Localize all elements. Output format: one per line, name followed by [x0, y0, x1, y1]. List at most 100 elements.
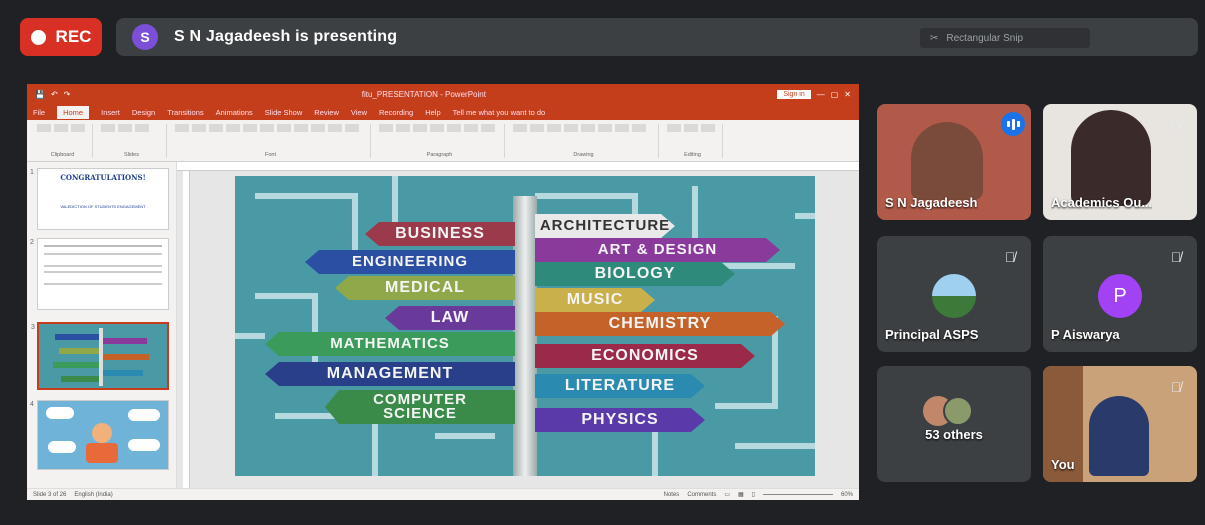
ribbon-command[interactable]: [396, 124, 410, 132]
ribbon-command[interactable]: [547, 124, 561, 132]
participant-name: You: [1051, 457, 1075, 472]
ribbon-tab-animations[interactable]: Animations: [216, 108, 253, 117]
ribbon-command[interactable]: [598, 124, 612, 132]
slide-thumbnail-4[interactable]: 4: [30, 400, 169, 470]
participant-name: Principal ASPS: [885, 327, 979, 342]
maximize-icon[interactable]: ▢: [831, 90, 839, 99]
record-dot-icon: [30, 29, 46, 45]
redo-icon[interactable]: ↷: [64, 90, 71, 99]
ribbon-tab-help[interactable]: Help: [425, 108, 440, 117]
ribbon-command[interactable]: [667, 124, 681, 132]
ribbon-command[interactable]: [118, 124, 132, 132]
ribbon-command[interactable]: [135, 124, 149, 132]
others-avatar-2: [943, 396, 973, 426]
ribbon-group-label: Drawing: [573, 152, 594, 158]
ribbon-command[interactable]: [447, 124, 461, 132]
ribbon-group-label: Clipboard: [50, 152, 75, 158]
slide-thumbnail-2[interactable]: 2: [30, 238, 169, 310]
ribbon-command[interactable]: [513, 124, 527, 132]
ribbon-group-clipboard: Clipboard: [33, 124, 93, 158]
participant-video: [1071, 110, 1151, 206]
signpost-pole: [513, 196, 537, 476]
ribbon-tab-recording[interactable]: Recording: [379, 108, 413, 117]
save-icon[interactable]: 💾: [35, 90, 45, 99]
normal-view-icon[interactable]: ▭: [724, 491, 730, 498]
sign-medical: MEDICAL: [335, 276, 515, 300]
participant-name: P Aiswarya: [1051, 327, 1120, 342]
ribbon-command[interactable]: [684, 124, 698, 132]
participant-tile-presenter[interactable]: S N Jagadeesh: [877, 104, 1031, 220]
ribbon-command[interactable]: [209, 124, 223, 132]
ribbon-tab-transitions[interactable]: Transitions: [167, 108, 203, 117]
comments-button[interactable]: Comments: [687, 492, 716, 498]
slide-count: Slide 3 of 26: [33, 491, 67, 498]
ribbon-tab-slide-show[interactable]: Slide Show: [265, 108, 303, 117]
ribbon-command[interactable]: [54, 124, 68, 132]
sign-physics: PHYSICS: [535, 408, 705, 432]
ribbon-command[interactable]: [260, 124, 274, 132]
participant-video: [911, 122, 983, 200]
thumbnail-title: CONGRATULATIONS!: [60, 173, 146, 182]
participant-tile-aiswarya[interactable]: P 🎙̸ P Aiswarya: [1043, 236, 1197, 352]
ribbon-tab-file[interactable]: File: [33, 108, 45, 117]
ribbon-command[interactable]: [564, 124, 578, 132]
language-status[interactable]: English (India): [74, 492, 112, 498]
shared-screen: 💾 ↶ ↷ fitu_PRESENTATION - PowerPoint Sig…: [27, 84, 859, 500]
thumbnail-number: 3: [31, 324, 35, 331]
ribbon-command[interactable]: [37, 124, 51, 132]
ribbon-tab-design[interactable]: Design: [132, 108, 155, 117]
ribbon-command[interactable]: [430, 124, 444, 132]
sign-management: MANAGEMENT: [265, 362, 515, 386]
ribbon-command[interactable]: [379, 124, 393, 132]
slide-thumbnail-3[interactable]: 3: [31, 322, 169, 390]
ribbon-command[interactable]: [464, 124, 478, 132]
ribbon-command[interactable]: [632, 124, 646, 132]
sign-business: BUSINESS: [365, 222, 515, 246]
ribbon-tab-tell-me-what-you-want-to-do[interactable]: Tell me what you want to do: [453, 108, 546, 117]
ribbon-command[interactable]: [530, 124, 544, 132]
snip-hint[interactable]: ✂ Rectangular Snip: [920, 28, 1090, 48]
participant-tile-principal[interactable]: 🎙̸ Principal ASPS: [877, 236, 1031, 352]
ribbon-command[interactable]: [311, 124, 325, 132]
ribbon-command[interactable]: [294, 124, 308, 132]
ribbon-tab-home[interactable]: Home: [57, 105, 90, 119]
sign-law: LAW: [385, 306, 515, 330]
reading-view-icon[interactable]: ▯: [752, 491, 755, 498]
notes-button[interactable]: Notes: [664, 492, 680, 498]
thumbnail-subtitle: VALEDICTION OF STUDENTS ENGAGEMENT: [60, 204, 146, 209]
recording-indicator[interactable]: REC: [20, 18, 102, 56]
current-slide[interactable]: BUSINESS ARCHITECTURE ENGINEERING ART & DES…: [235, 176, 815, 476]
ribbon-command[interactable]: [71, 124, 85, 132]
ribbon-command[interactable]: [581, 124, 595, 132]
ribbon-command[interactable]: [192, 124, 206, 132]
ribbon-command[interactable]: [481, 124, 495, 132]
ribbon-command[interactable]: [615, 124, 629, 132]
ribbon-command[interactable]: [175, 124, 189, 132]
horizontal-ruler: [177, 162, 859, 171]
ppt-window-title: fitu_PRESENTATION - PowerPoint: [361, 89, 486, 99]
undo-icon[interactable]: ↶: [51, 90, 58, 99]
participant-tile-others[interactable]: 53 others: [877, 366, 1031, 482]
ribbon-command[interactable]: [345, 124, 359, 132]
sign-in-button[interactable]: Sign in: [777, 89, 811, 99]
ribbon-command[interactable]: [277, 124, 291, 132]
ribbon-command[interactable]: [226, 124, 240, 132]
participant-tile-academics[interactable]: 🎙̸ Academics Ou...: [1043, 104, 1197, 220]
ribbon-tab-insert[interactable]: Insert: [101, 108, 120, 117]
ribbon-command[interactable]: [328, 124, 342, 132]
ribbon-tab-review[interactable]: Review: [314, 108, 339, 117]
ribbon-command[interactable]: [701, 124, 715, 132]
close-icon[interactable]: ✕: [844, 90, 851, 99]
ribbon-group-drawing: Drawing: [509, 124, 659, 158]
ribbon-tab-view[interactable]: View: [351, 108, 367, 117]
participant-tile-you[interactable]: 🎙̸ You: [1043, 366, 1197, 482]
minimize-icon[interactable]: —: [817, 90, 825, 99]
sorter-view-icon[interactable]: ▦: [738, 491, 744, 498]
vertical-ruler: [183, 171, 190, 488]
ribbon-group-editing: Editing: [663, 124, 723, 158]
ribbon-command[interactable]: [243, 124, 257, 132]
slide-thumbnail-1[interactable]: 1 CONGRATULATIONS! VALEDICTION OF STUDEN…: [30, 168, 169, 230]
zoom-slider[interactable]: [762, 494, 833, 495]
ribbon-command[interactable]: [413, 124, 427, 132]
ribbon-command[interactable]: [101, 124, 115, 132]
